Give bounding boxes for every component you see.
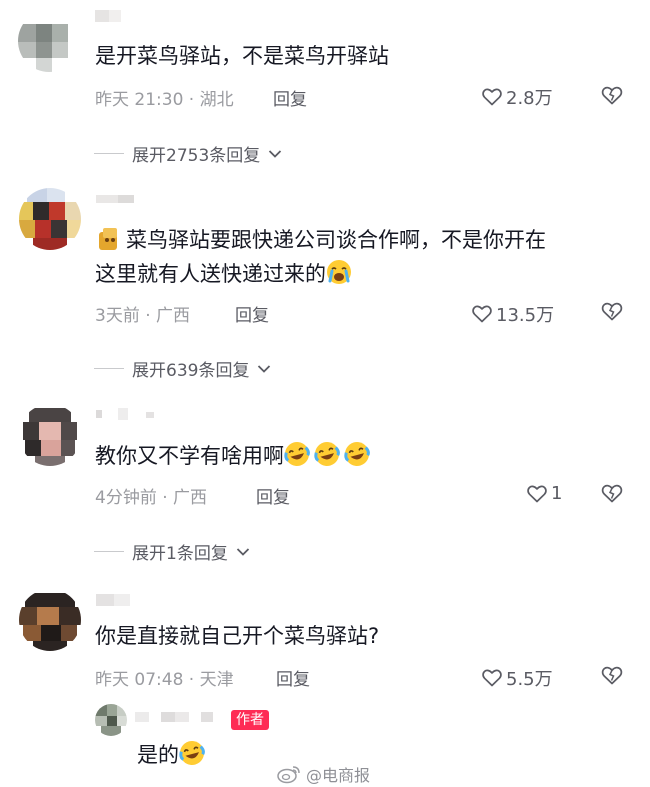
dislike-button[interactable]: [601, 666, 623, 689]
heart-outline-icon: [472, 305, 492, 323]
chevron-down-icon: [236, 547, 250, 557]
broken-heart-icon: [601, 484, 623, 503]
heart-outline-icon: [482, 669, 502, 687]
reply-avatar[interactable]: [95, 704, 127, 736]
chevron-down-icon: [268, 149, 282, 159]
like-button[interactable]: 5.5万: [482, 665, 553, 691]
expand-divider: [94, 551, 124, 552]
expand-divider: [94, 153, 124, 154]
avatar[interactable]: [19, 188, 81, 250]
avatar[interactable]: [19, 404, 81, 466]
tears-of-joy-emoji: [344, 441, 370, 467]
tears-of-joy-emoji: [284, 441, 310, 467]
like-button[interactable]: 13.5万: [472, 301, 554, 327]
comment-meta: 昨天 21:30 · 湖北: [95, 90, 234, 110]
avatar[interactable]: [18, 10, 80, 72]
watermark-text: @电商报: [306, 766, 371, 785]
reply-text: 是的: [137, 743, 179, 767]
dislike-button[interactable]: [601, 86, 623, 109]
reply-text-row: 是的: [137, 739, 205, 771]
comment-text-row: 教你又不学有啥用啊: [95, 440, 370, 472]
like-button[interactable]: 1: [527, 483, 562, 504]
comment-meta: 4分钟前 · 广西: [95, 488, 208, 508]
author-badge: 作者: [231, 710, 269, 730]
like-button[interactable]: 2.8万: [482, 84, 553, 110]
comment-text: 是开菜鸟驿站，不是菜鸟开驿站: [95, 44, 389, 68]
heart-outline-icon: [482, 88, 502, 106]
comment-text-line-1: 菜鸟驿站要跟快递公司谈合作啊，不是你开在: [126, 228, 546, 252]
username[interactable]: [96, 406, 166, 422]
reply-button[interactable]: 回复: [276, 665, 310, 690]
weibo-logo-icon: [276, 764, 302, 784]
comment-text: 这里就有人送快递过来的: [95, 262, 326, 286]
username[interactable]: [96, 592, 136, 608]
expand-replies-button[interactable]: 展开2753条回复: [94, 141, 282, 166]
like-count: 2.8万: [506, 88, 553, 109]
broken-heart-icon: [601, 86, 623, 105]
comment-text-line-2: 这里就有人送快递过来的: [95, 258, 352, 290]
crying-emoji: [326, 259, 352, 285]
broken-heart-icon: [601, 302, 623, 321]
heart-outline-icon: [527, 485, 547, 503]
chevron-down-icon: [257, 364, 271, 374]
reply-button[interactable]: 回复: [273, 85, 307, 110]
like-count: 1: [551, 483, 563, 504]
expand-replies-label: 展开1条回复: [132, 544, 228, 564]
user-badge-icon: [97, 226, 123, 252]
like-count: 5.5万: [506, 669, 553, 690]
broken-heart-icon: [601, 666, 623, 685]
username[interactable]: [135, 709, 221, 725]
reply-button[interactable]: 回复: [235, 301, 269, 326]
dislike-button[interactable]: [601, 484, 623, 507]
username[interactable]: [96, 191, 144, 207]
expand-replies-label: 展开2753条回复: [132, 146, 261, 166]
username[interactable]: [95, 8, 130, 24]
comment-meta: 昨天 07:48 · 天津: [95, 670, 234, 690]
avatar[interactable]: [19, 589, 81, 651]
expand-replies-label: 展开639条回复: [132, 361, 250, 381]
comment-text: 教你又不学有啥用啊: [95, 444, 284, 468]
like-count: 13.5万: [496, 305, 555, 326]
watermark: @电商报: [276, 762, 370, 786]
expand-replies-button[interactable]: 展开1条回复: [94, 539, 250, 564]
tears-of-joy-emoji: [314, 441, 340, 467]
tears-of-joy-emoji: [179, 740, 205, 766]
comment-text: 你是直接就自己开个菜鸟驿站?: [95, 624, 380, 648]
comment-meta: 3天前 · 广西: [95, 306, 191, 326]
dislike-button[interactable]: [601, 302, 623, 325]
reply-button[interactable]: 回复: [256, 483, 290, 508]
expand-divider: [94, 368, 124, 369]
expand-replies-button[interactable]: 展开639条回复: [94, 356, 271, 381]
